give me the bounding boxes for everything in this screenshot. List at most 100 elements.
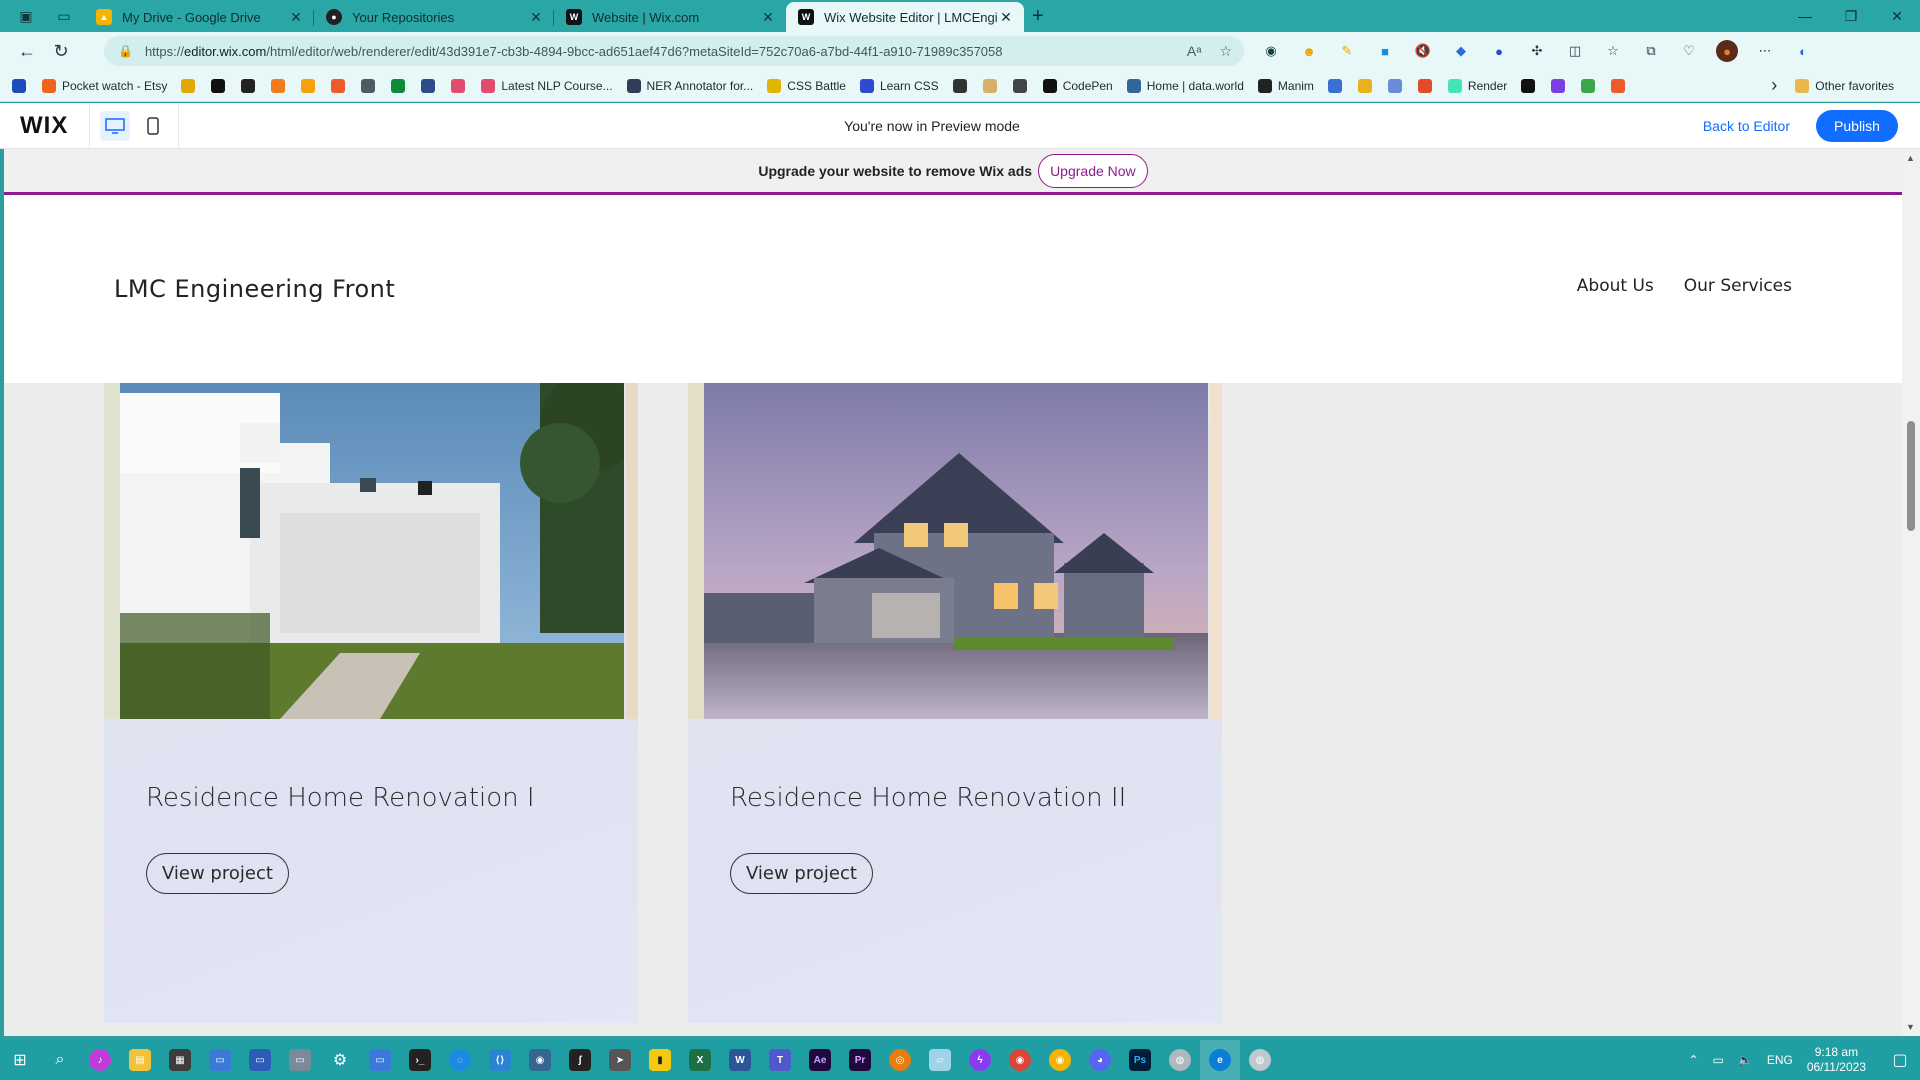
after-effects-icon[interactable]: Ae [800,1040,840,1080]
extension-icon[interactable]: ◆ [1450,40,1472,62]
vscode-icon[interactable]: ⟨⟩ [480,1040,520,1080]
bookmark-item[interactable] [361,78,381,93]
project-image-white-house[interactable] [120,383,624,719]
desktop-view-icon[interactable] [100,110,130,141]
bookmark-item[interactable] [211,78,231,93]
app-icon[interactable]: ▭ [360,1040,400,1080]
more-options-icon[interactable]: ⋯ [1754,40,1776,62]
bookmark-item[interactable] [1521,78,1541,93]
page-scrollbar[interactable]: ▲ ▼ [1902,149,1920,1036]
edge-icon[interactable]: e [1200,1040,1240,1080]
bookmark-item[interactable] [1417,78,1438,93]
bookmark-item[interactable] [181,78,201,93]
app-icon[interactable]: ➤ [600,1040,640,1080]
favorite-star-icon[interactable]: ☆ [1219,43,1232,60]
scrollbar-thumb[interactable] [1907,421,1915,531]
bookmark-item[interactable] [241,78,261,93]
bookmark-item[interactable] [1551,78,1571,93]
excel-icon[interactable]: X [680,1040,720,1080]
address-bar[interactable]: 🔒 https://editor.wix.com/html/editor/web… [104,36,1244,66]
start-menu-icon[interactable]: ⊞ [0,1040,40,1080]
bookmark-item[interactable] [982,78,1003,93]
app-icon[interactable]: ▱ [920,1040,960,1080]
browser-essentials-icon[interactable]: ♡ [1678,40,1700,62]
volume-icon[interactable]: 🔈 [1738,1053,1753,1067]
close-icon[interactable]: ✕ [998,9,1014,26]
publish-button[interactable]: Publish [1816,109,1898,142]
extension-icon[interactable]: ◉ [1260,40,1282,62]
language-indicator[interactable]: ENG [1767,1053,1793,1067]
view-project-button[interactable]: View project [146,853,289,894]
bookmark-item[interactable]: Pocket watch - Etsy [42,78,167,93]
refresh-icon[interactable]: ↻ [46,36,76,66]
messenger-icon[interactable]: ϟ [960,1040,1000,1080]
app-icon[interactable]: ♪ [80,1040,120,1080]
bookmark-item[interactable]: CodePen [1042,78,1113,93]
bookmark-item[interactable] [451,78,471,93]
bookmark-item[interactable] [952,78,973,93]
project-image-suburban-house[interactable] [704,383,1208,719]
site-title[interactable]: LMC Engineering Front [114,275,395,303]
tab-github[interactable]: ● Your Repositories ✕ [314,2,554,32]
bookmark-item[interactable]: Learn CSS [859,78,939,93]
word-icon[interactable]: W [720,1040,760,1080]
bookmark-item[interactable] [1581,78,1601,93]
collections-icon[interactable]: ⧉ [1640,40,1662,62]
mute-icon[interactable]: 🔇 [1412,40,1434,62]
app-icon[interactable]: ▭ [240,1040,280,1080]
bookmark-item[interactable]: CSS Battle [767,78,846,93]
scroll-down-arrow-icon[interactable]: ▼ [1906,1022,1915,1032]
read-aloud-icon[interactable]: Aᵃ [1187,43,1202,60]
minimize-icon[interactable]: — [1782,0,1828,32]
chevron-right-icon[interactable]: › [1771,75,1777,96]
extension-icon[interactable]: ☻ [1298,40,1320,62]
bookmark-item[interactable] [1012,78,1033,93]
workspaces-icon[interactable]: ▣ [14,4,38,28]
bookmark-item[interactable]: Manim [1257,78,1314,93]
app-icon[interactable]: ◍ [1240,1040,1280,1080]
tab-wix-website[interactable]: W Website | Wix.com ✕ [554,2,786,32]
bookmark-item[interactable]: Render [1447,78,1507,93]
back-to-editor-link[interactable]: Back to Editor [1703,118,1790,134]
other-favorites-folder[interactable]: Other favorites [1795,78,1894,93]
back-arrow-icon[interactable]: ← [12,36,42,66]
close-icon[interactable]: ✕ [760,9,776,26]
favorites-icon[interactable]: ☆ [1602,40,1624,62]
app-icon[interactable]: ◉ [520,1040,560,1080]
bookmark-item[interactable] [271,78,291,93]
profile-avatar[interactable]: ● [1716,40,1738,62]
close-icon[interactable]: ✕ [528,9,544,26]
bookmark-item[interactable] [1327,78,1348,93]
search-icon[interactable]: ⌕ [40,1040,80,1080]
tab-google-drive[interactable]: ▲ My Drive - Google Drive ✕ [84,2,314,32]
power-bi-icon[interactable]: ▮ [640,1040,680,1080]
split-screen-icon[interactable]: ◫ [1564,40,1586,62]
upgrade-now-button[interactable]: Upgrade Now [1038,153,1148,188]
bookmark-item[interactable] [331,78,351,93]
network-icon[interactable]: ▭ [1713,1053,1724,1067]
file-explorer-icon[interactable]: ▤ [120,1040,160,1080]
premiere-icon[interactable]: Pr [840,1040,880,1080]
photoshop-icon[interactable]: Ps [1120,1040,1160,1080]
terminal-icon[interactable]: ›_ [400,1040,440,1080]
calculator-icon[interactable]: ▦ [160,1040,200,1080]
extension-icon[interactable]: ● [1488,40,1510,62]
close-window-icon[interactable]: ✕ [1874,0,1920,32]
scroll-up-arrow-icon[interactable]: ▲ [1906,153,1915,163]
nav-link-our-services[interactable]: Our Services [1684,276,1792,296]
app-icon[interactable]: ◍ [1160,1040,1200,1080]
bookmark-item[interactable] [12,78,32,93]
bookmark-item[interactable]: NER Annotator for... [626,78,753,93]
new-tab-button[interactable]: + [1032,5,1044,28]
bookmark-item[interactable] [301,78,321,93]
bookmark-item[interactable] [421,78,441,93]
app-icon[interactable]: ▭ [200,1040,240,1080]
bookmark-item[interactable] [1357,78,1378,93]
tab-wix-editor[interactable]: W Wix Website Editor | LMCEnginee ✕ [786,2,1024,32]
teams-icon[interactable]: T [760,1040,800,1080]
extensions-puzzle-icon[interactable]: ✣ [1526,40,1548,62]
chrome-icon[interactable]: ◉ [1040,1040,1080,1080]
tab-actions-icon[interactable]: ▭ [52,4,76,28]
discord-icon[interactable]: ◕ [1080,1040,1120,1080]
bookmark-item[interactable] [1611,78,1631,93]
